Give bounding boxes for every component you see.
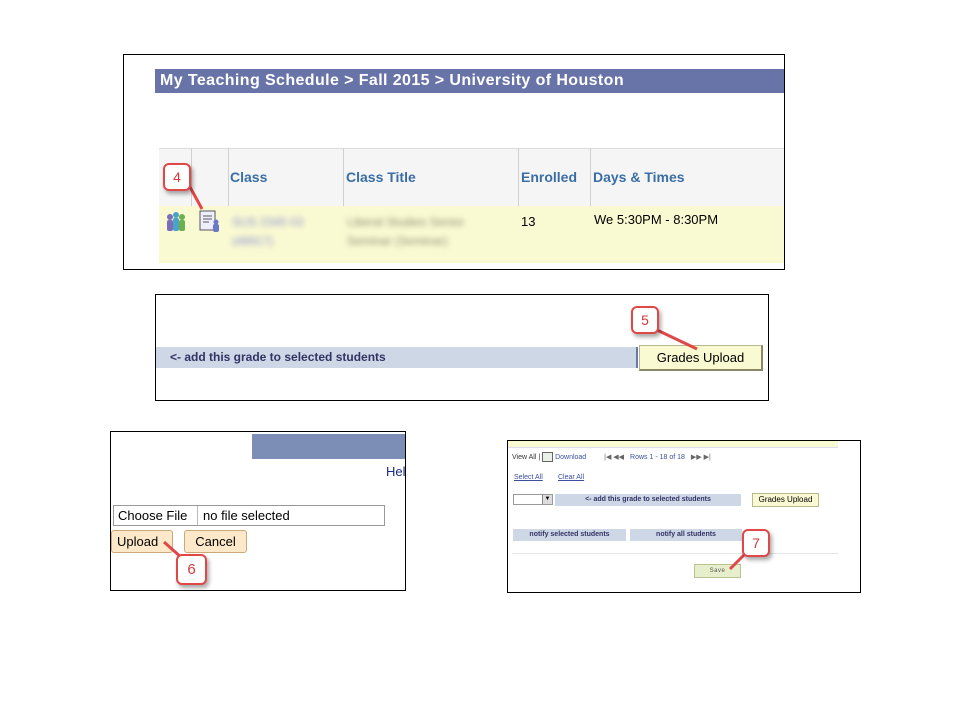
class-number[interactable]: (48917) bbox=[232, 231, 273, 251]
notify-all-button[interactable]: notify all students bbox=[630, 529, 742, 541]
choose-file-button[interactable]: Choose File bbox=[114, 506, 198, 525]
class-days-times: We 5:30PM - 8:30PM bbox=[594, 212, 719, 227]
teaching-schedule-panel: My Teaching Schedule > Fall 2015 > Unive… bbox=[123, 54, 785, 270]
grades-upload-button[interactable]: Grades Upload bbox=[752, 493, 819, 507]
schedule-title: My Teaching Schedule > Fall 2015 > Unive… bbox=[155, 69, 784, 93]
callout-step-5: 5 bbox=[631, 306, 659, 334]
header-band bbox=[252, 434, 405, 459]
save-button[interactable]: Save bbox=[694, 564, 741, 578]
grades-upload-button[interactable]: Grades Upload bbox=[639, 345, 763, 371]
first-page-icon[interactable]: |◀ ◀◀ bbox=[604, 454, 624, 461]
notify-selected-button[interactable]: notify selected students bbox=[513, 529, 626, 541]
header-class-title[interactable]: Class Title bbox=[346, 169, 416, 185]
grade-action-panel: <- add this grade to selected students G… bbox=[155, 294, 769, 401]
clear-all-link[interactable]: Clear All bbox=[558, 474, 584, 481]
add-grade-bar[interactable]: <- add this grade to selected students bbox=[555, 494, 741, 506]
callout-step-4: 4 bbox=[163, 163, 191, 191]
grade-select[interactable]: ▼ bbox=[513, 494, 553, 505]
header-enrolled[interactable]: Enrolled bbox=[521, 169, 577, 185]
header-class[interactable]: Class bbox=[230, 169, 267, 185]
class-roster-icon[interactable] bbox=[164, 210, 188, 234]
class-title-line2: Seminar (Seminar) bbox=[347, 234, 448, 248]
view-all-link[interactable]: View All | bbox=[512, 454, 540, 461]
header-days-times[interactable]: Days & Times bbox=[593, 169, 685, 185]
rows-count: Rows 1 - 18 of 18 bbox=[630, 453, 685, 461]
file-input[interactable]: Choose File no file selected bbox=[113, 505, 385, 526]
last-page-icon[interactable]: ▶▶ ▶| bbox=[691, 454, 711, 461]
callout-step-6: 6 bbox=[176, 554, 207, 585]
grade-roster-panel: View All | Download |◀ ◀◀ Rows 1 - 18 of… bbox=[507, 440, 861, 593]
select-all-link[interactable]: Select All bbox=[514, 474, 543, 481]
grid-nav: View All | Download |◀ ◀◀ Rows 1 - 18 of… bbox=[512, 452, 711, 462]
class-title-line1: Liberal Studies Senior bbox=[347, 215, 465, 229]
enrolled-count: 13 bbox=[521, 214, 536, 229]
add-grade-bar[interactable]: <- add this grade to selected students bbox=[156, 347, 638, 368]
cancel-button[interactable]: Cancel bbox=[184, 530, 247, 553]
class-code[interactable]: SUS 2345 03 bbox=[232, 212, 303, 232]
help-link[interactable]: Hel bbox=[386, 464, 405, 479]
upload-file-panel: Hel Choose File no file selected Upload … bbox=[110, 431, 406, 591]
callout-step-7: 7 bbox=[742, 529, 770, 557]
upload-button[interactable]: Upload bbox=[111, 530, 173, 553]
chevron-down-icon: ▼ bbox=[542, 495, 552, 504]
download-link[interactable]: Download bbox=[555, 454, 586, 461]
file-status: no file selected bbox=[203, 508, 290, 523]
spreadsheet-icon[interactable] bbox=[542, 452, 554, 462]
grade-roster-icon[interactable] bbox=[198, 210, 222, 234]
